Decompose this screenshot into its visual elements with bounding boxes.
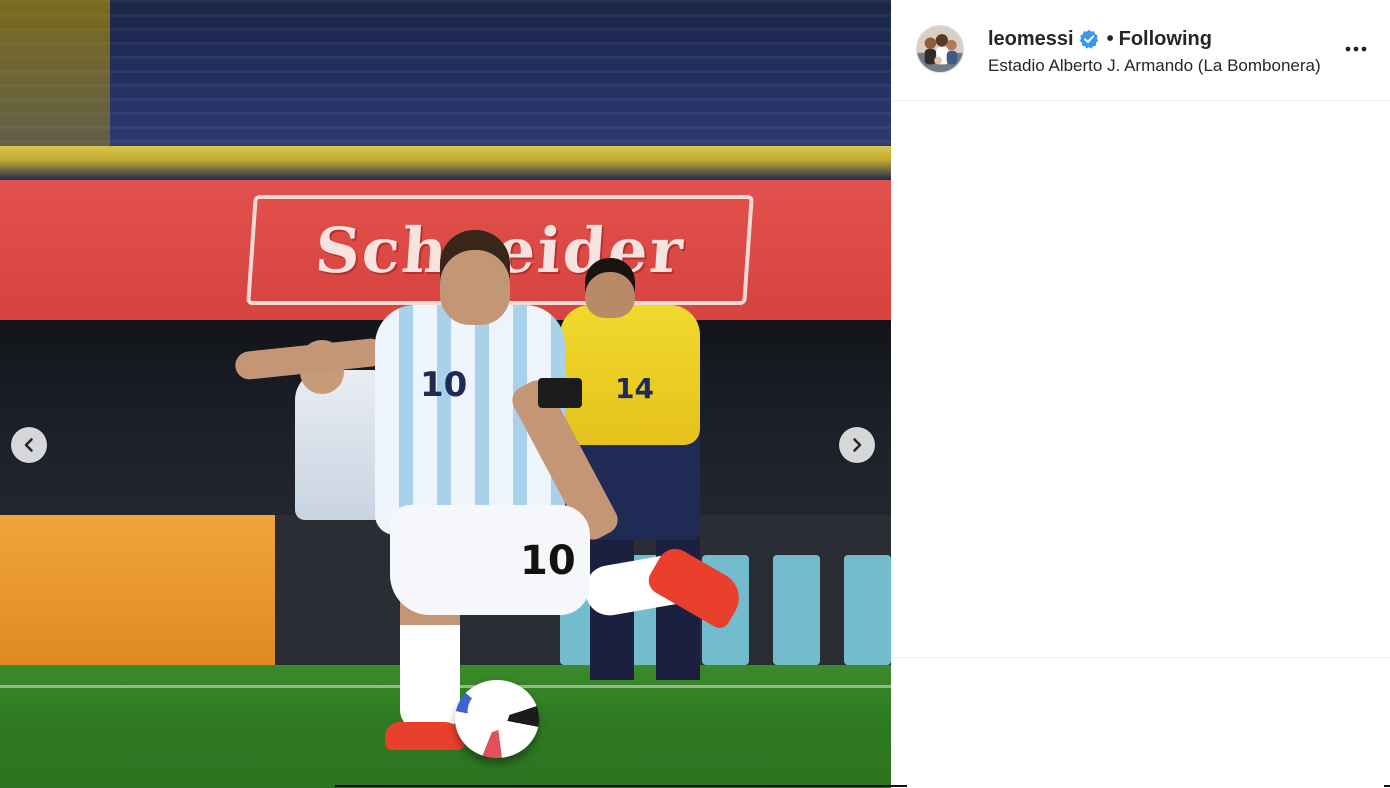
chevron-left-icon [24, 438, 33, 452]
user-info: leomessi • Following Estadio Alberto J. … [988, 26, 1321, 76]
soccer-ball [455, 680, 539, 758]
yellow-player-number: 14 [615, 372, 654, 405]
stadium-rail [0, 146, 891, 180]
ellipsis-icon [1345, 46, 1367, 52]
section-divider [891, 657, 1390, 658]
location-link[interactable]: Estadio Alberto J. Armando (La Bombonera… [988, 56, 1321, 76]
captain-armband [538, 378, 582, 408]
following-button[interactable]: Following [1119, 28, 1212, 51]
avatar[interactable] [916, 25, 964, 73]
bottom-border-tick [1384, 785, 1390, 787]
post-header: leomessi • Following Estadio Alberto J. … [891, 0, 1390, 101]
carousel-prev-button[interactable] [11, 427, 47, 463]
stadium-stands [0, 0, 891, 160]
instagram-post: Schneider [0, 0, 1390, 788]
shorts-number: 10 [520, 538, 576, 584]
shirt-number: 10 [420, 365, 468, 405]
profile-photo [917, 26, 963, 72]
carousel-next-button[interactable] [839, 427, 875, 463]
username-link[interactable]: leomessi [988, 28, 1074, 51]
separator-dot: • [1106, 27, 1114, 50]
chevron-right-icon [853, 438, 862, 452]
post-media[interactable]: Schneider [0, 0, 891, 788]
bottom-border [335, 785, 907, 787]
post-side-panel: leomessi • Following Estadio Alberto J. … [891, 0, 1390, 788]
verified-badge-icon [1079, 29, 1099, 49]
photo-scene: Schneider [0, 0, 891, 788]
more-options-button[interactable] [1338, 36, 1374, 62]
